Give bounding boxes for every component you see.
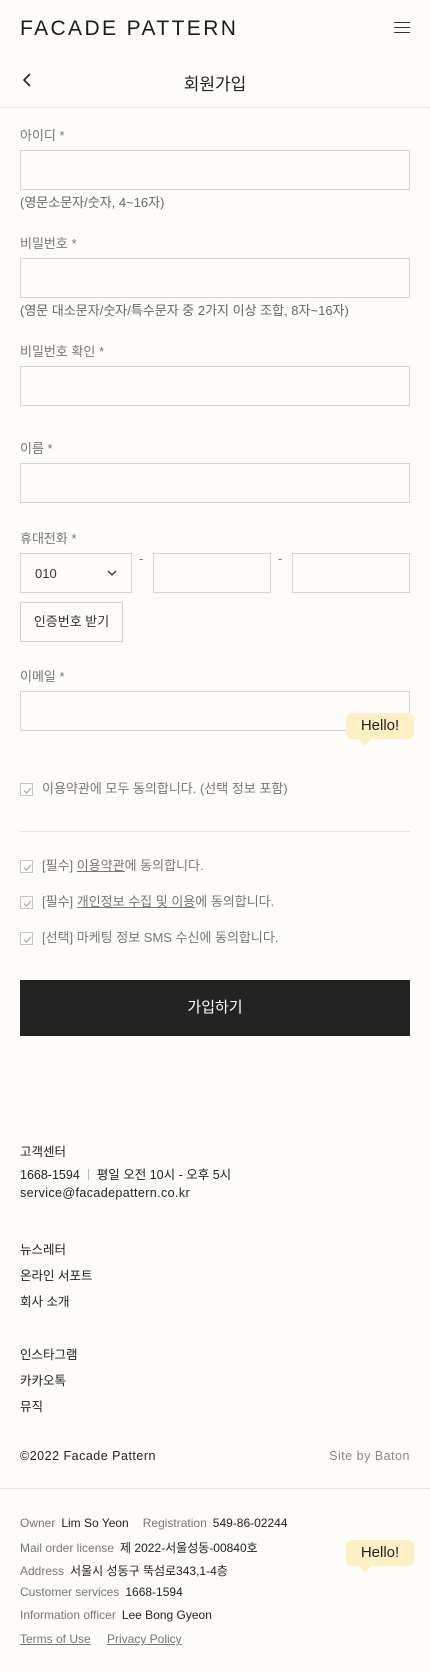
cs-phone[interactable]: 1668-1594 [20,1168,80,1182]
site-logo[interactable]: FACADE PATTERN [20,17,238,41]
hello-chat-bubble[interactable]: Hello! [346,1540,414,1573]
mail-order-key: Mail order license [20,1541,115,1555]
agree-marketing-label: [선택] 마케팅 정보 SMS 수신에 동의합니다. [42,930,279,945]
mail-order-info: Mail order license 제 2022-서울성동-00840호 [20,1539,258,1556]
phone-middle-input[interactable] [153,553,271,593]
verify-code-button[interactable]: 인증번호 받기 [20,602,123,642]
owner-val: Lim So Yeon [61,1516,129,1530]
registration-key: Registration [142,1516,207,1530]
phone-prefix-select[interactable]: 010 [20,553,132,593]
agree-all-label: 이용약관에 모두 동의합니다. (선택 정보 포함) [42,781,288,796]
required-tag: [필수] [42,858,77,873]
phone-prefix-value: 010 [35,566,57,581]
agree-suffix: 에 동의합니다. [124,858,204,873]
footer-link-music[interactable]: 뮤직 [20,1396,43,1415]
info-officer-key: Information officer [20,1608,116,1622]
checkmark-icon [23,900,32,907]
hello-chat-bubble[interactable]: Hello! [346,713,414,746]
agree-privacy-label: [필수] 개인정보 수집 및 이용에 동의합니다. [42,893,274,911]
checkbox[interactable] [20,783,33,796]
info-officer-val: Lee Bong Gyeon [121,1608,212,1622]
cs-phone-hours: 1668-1594 평일 오전 10시 - 오후 5시 [20,1164,231,1183]
id-input[interactable] [20,150,410,190]
cs-email[interactable]: service@facadepattern.co.kr [20,1186,190,1200]
password-label: 비밀번호 * [20,236,77,251]
password-confirm-input[interactable] [20,366,410,406]
phone-last-input[interactable] [292,553,410,593]
terms-link[interactable]: 이용약관 [77,858,125,873]
phone-dash: - [139,551,144,566]
email-label: 이메일 * [20,669,65,684]
address-info: Address 서울시 성동구 뚝섬로343,1-4층 [20,1562,228,1579]
footer-link-newsletter[interactable]: 뉴스레터 [20,1239,66,1258]
site-by-link[interactable]: Site by Baton [329,1449,410,1463]
hamburger-menu-icon[interactable] [394,22,410,34]
checkbox[interactable] [20,860,33,873]
owner-registration-info: Owner Lim So Yeon Registration 549-86-02244 [20,1516,288,1530]
customer-key: Customer services [20,1585,120,1599]
customer-val: 1668-1594 [125,1585,183,1599]
footer-divider [0,1488,430,1489]
phone-dash: - [278,551,283,566]
footer-link-online-support[interactable]: 온라인 서포트 [20,1265,92,1284]
address-val: 서울시 성동구 뚝섬로343,1-4층 [70,1564,228,1578]
checkmark-icon [23,787,32,794]
registration-val: 549-86-02244 [212,1516,288,1530]
copyright: ©2022 Facade Pattern [20,1449,156,1463]
separator [87,1169,89,1180]
info-officer-info: Information officer Lee Bong Gyeon [20,1608,212,1622]
address-key: Address [20,1564,65,1578]
cs-title: 고객센터 [20,1145,67,1159]
password-hint: (영문 대소문자/숫자/특수문자 중 2가지 이상 조합, 8자~16자) [20,303,349,318]
phone-label: 휴대전화 * [20,531,77,546]
id-hint: (영문소문자/숫자, 4~16자) [20,195,165,210]
agree-suffix: 에 동의합니다. [195,894,275,909]
site-header: FACADE PATTERN [0,0,430,55]
signup-submit-button[interactable]: 가입하기 [20,980,410,1036]
password-confirm-label: 비밀번호 확인 * [20,344,105,359]
agree-terms-label: [필수] 이용약관에 동의합니다. [42,857,204,875]
chevron-down-icon [107,570,117,576]
name-input[interactable] [20,463,410,503]
divider [20,831,410,832]
checkbox[interactable] [20,932,33,945]
required-tag: [필수] [42,894,77,909]
footer-link-about[interactable]: 회사 소개 [20,1291,69,1310]
name-label: 이름 * [20,441,53,456]
page-title: 회원가입 [183,75,247,94]
owner-key: Owner [20,1516,56,1530]
id-label: 아이디 * [20,128,65,143]
cs-hours: 평일 오전 10시 - 오후 5시 [96,1168,232,1182]
footer-link-kakaotalk[interactable]: 카카오톡 [20,1370,66,1389]
privacy-policy-link[interactable]: Privacy Policy [107,1632,182,1646]
footer-link-instagram[interactable]: 인스타그램 [20,1344,78,1363]
password-input[interactable] [20,258,410,298]
mail-order-val: 제 2022-서울성동-00840호 [120,1541,258,1555]
privacy-link[interactable]: 개인정보 수집 및 이용 [77,894,195,909]
checkmark-icon [23,936,32,943]
checkmark-icon [23,864,32,871]
terms-of-use-link[interactable]: Terms of Use [20,1632,91,1646]
page-titlebar: 회원가입 [0,55,430,108]
customer-services-info: Customer services 1668-1594 [20,1585,183,1599]
checkbox[interactable] [20,896,33,909]
